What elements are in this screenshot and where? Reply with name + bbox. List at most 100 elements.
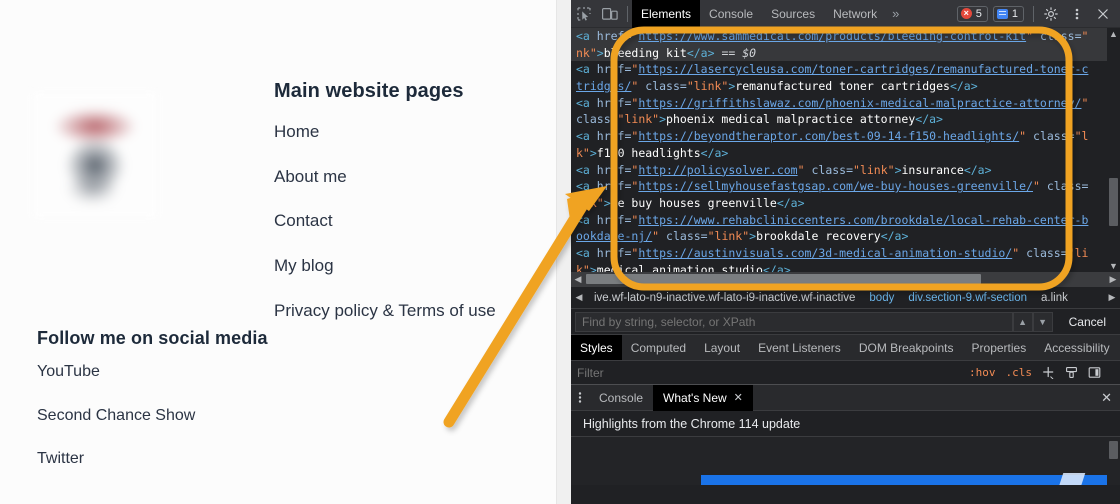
scroll-down-icon[interactable]: ▼ <box>1107 260 1120 272</box>
dom-code-line[interactable]: class="link">phoenix medical malpractice… <box>571 111 1120 128</box>
devtools-toolbar: Elements Console Sources Network » × 5 1 <box>571 0 1120 28</box>
code-token-lnk[interactable]: ookdale-nj/ <box>576 229 652 243</box>
social-link-youtube[interactable]: YouTube <box>37 363 337 381</box>
code-token-lnk[interactable]: https://sellmyhousefastgsap.com/we-buy-h… <box>638 179 1033 193</box>
tab-styles[interactable]: Styles <box>571 335 622 361</box>
gear-icon[interactable] <box>1038 1 1064 27</box>
device-toolbar-icon[interactable] <box>597 1 623 27</box>
dom-code-line[interactable]: ookdale-nj/" class="link">brookdale reco… <box>571 228 1120 245</box>
dom-code-line[interactable]: <a href="https://www.sammedical.com/prod… <box>571 28 1120 45</box>
code-token-val: nk" <box>576 46 597 60</box>
code-token-lnk[interactable]: tridges/ <box>576 79 631 93</box>
dom-code-line[interactable]: ink">we buy houses greenville</a> <box>571 195 1120 212</box>
nav-link-contact[interactable]: Contact <box>274 212 554 231</box>
breadcrumb[interactable]: ◀ ive.wf-lato-n9-inactive.wf-lato-i9-ina… <box>571 286 1120 308</box>
tab-layout[interactable]: Layout <box>695 335 749 361</box>
toggle-sidebar-icon[interactable] <box>1083 366 1106 379</box>
dom-tree-pane[interactable]: ··· <a href="https://www.sammedical.com/… <box>571 28 1120 286</box>
dom-vertical-scrollbar[interactable]: ▲ ▼ <box>1107 28 1120 272</box>
code-token-lnk[interactable]: http://policysolver.com <box>638 163 797 177</box>
drawer-tab-console[interactable]: Console <box>589 385 653 411</box>
dom-code-line[interactable]: <a href="https://sellmyhousefastgsap.com… <box>571 178 1120 195</box>
tab-network[interactable]: Network <box>824 0 886 28</box>
page-scrollbar[interactable] <box>556 0 571 504</box>
tab-properties[interactable]: Properties <box>963 335 1036 361</box>
drawer-tab-whats-new[interactable]: What's New ✕ <box>653 385 753 411</box>
social-link-twitter[interactable]: Twitter <box>37 450 337 468</box>
inspect-element-icon[interactable] <box>571 1 597 27</box>
filter-input[interactable] <box>577 366 964 380</box>
tab-console[interactable]: Console <box>700 0 762 28</box>
dom-code-line[interactable]: tridges/" class="link">remanufactured to… <box>571 78 1120 95</box>
tab-sources[interactable]: Sources <box>762 0 824 28</box>
more-options-icon[interactable] <box>1064 1 1090 27</box>
cls-button[interactable]: .cls <box>1001 366 1038 379</box>
nav-link-about[interactable]: About me <box>274 168 554 187</box>
breadcrumb-item-alink[interactable]: a.link <box>1034 292 1075 304</box>
code-token-attr: href= <box>597 29 632 43</box>
site-logo-image <box>30 90 160 220</box>
scroll-left-icon[interactable]: ◀ <box>571 274 585 285</box>
code-token-tag: </a> <box>881 229 909 243</box>
close-tab-icon[interactable]: ✕ <box>734 385 743 411</box>
code-token-lnk[interactable]: https://griffithslawaz.com/phoenix-medic… <box>638 96 1081 110</box>
code-token-tag: > <box>604 196 611 210</box>
close-drawer-icon[interactable]: ✕ <box>1093 390 1120 406</box>
tab-dom-breakpoints[interactable]: DOM Breakpoints <box>850 335 963 361</box>
dom-code-line[interactable]: <a href="https://griffithslawaz.com/phoe… <box>571 95 1120 112</box>
scroll-up-icon[interactable]: ▲ <box>1107 28 1120 40</box>
scroll-right-icon[interactable]: ▶ <box>1106 274 1120 285</box>
error-count-badge[interactable]: × 5 <box>957 6 988 22</box>
hov-button[interactable]: :hov <box>964 366 1001 379</box>
more-tabs-icon[interactable]: » <box>886 6 905 21</box>
dom-horizontal-scrollbar[interactable]: ◀ ▶ <box>571 272 1120 286</box>
dom-code[interactable]: <a href= "https://www.sammedical.com/prod… <box>571 28 1120 286</box>
code-token-lnk[interactable]: https://www.sammedical.com/products/blee… <box>638 29 1026 43</box>
code-token-lnk[interactable]: https://austinvisuals.com/3d-medical-ani… <box>638 246 1012 260</box>
social-link-second-chance-show[interactable]: Second Chance Show <box>37 407 337 425</box>
tab-elements[interactable]: Elements <box>632 0 700 28</box>
tab-event-listeners[interactable]: Event Listeners <box>749 335 850 361</box>
whats-new-scrollbar[interactable] <box>1107 437 1120 485</box>
nav-link-blog[interactable]: My blog <box>274 257 554 276</box>
code-token-attr: href= <box>597 179 632 193</box>
search-input[interactable] <box>575 312 1013 332</box>
code-token-val: "l <box>1075 129 1089 143</box>
breadcrumb-scroll-left-icon[interactable]: ◀ <box>571 292 587 303</box>
dom-vscroll-thumb[interactable] <box>1109 178 1118 226</box>
whats-new-scroll-thumb[interactable] <box>1109 441 1118 459</box>
cancel-button[interactable]: Cancel <box>1059 315 1116 329</box>
code-token-val: " <box>1026 29 1033 43</box>
find-prev-icon[interactable]: ▲ <box>1013 312 1033 332</box>
dom-code-line[interactable]: <a href="https://beyondtheraptor.com/bes… <box>571 128 1120 145</box>
code-token-lnk[interactable]: https://lasercycleusa.com/toner-cartridg… <box>638 62 1088 76</box>
nav-link-privacy[interactable]: Privacy policy & Terms of use <box>274 302 554 321</box>
breadcrumb-scroll-right-icon[interactable]: ▶ <box>1104 292 1120 303</box>
nav-link-home[interactable]: Home <box>274 123 554 142</box>
tab-computed[interactable]: Computed <box>622 335 695 361</box>
code-token-attr: class= <box>666 229 708 243</box>
dom-hscroll-thumb[interactable] <box>586 274 981 284</box>
plus-icon[interactable] <box>1037 366 1060 379</box>
paintbrush-icon[interactable] <box>1060 366 1083 379</box>
dom-code-line[interactable]: <a href="https://lasercycleusa.com/toner… <box>571 61 1120 78</box>
code-token-attr: href= <box>597 96 632 110</box>
dom-code-line[interactable]: <a href="https://austinvisuals.com/3d-me… <box>571 245 1120 262</box>
more-tools-icon[interactable] <box>571 391 589 404</box>
dom-code-line[interactable]: <a href="https://www.rehabcliniccenters.… <box>571 212 1120 229</box>
code-token-tag: <a <box>576 163 597 177</box>
code-token-lnk[interactable]: https://www.rehabcliniccenters.com/brook… <box>638 213 1088 227</box>
find-next-icon[interactable]: ▼ <box>1033 312 1053 332</box>
code-token-lnk[interactable]: https://beyondtheraptor.com/best-09-14-f… <box>638 129 1019 143</box>
breadcrumb-item-0[interactable]: ive.wf-lato-n9-inactive.wf-lato-i9-inact… <box>587 292 862 304</box>
breadcrumb-item-body[interactable]: body <box>862 292 901 304</box>
close-icon[interactable] <box>1090 1 1116 27</box>
dom-code-line[interactable]: nk">bleeding kit</a> == $0 <box>571 45 1120 62</box>
message-count-badge[interactable]: 1 <box>993 6 1024 22</box>
dom-code-line[interactable]: k">f150 headlights</a> <box>571 145 1120 162</box>
tab-accessibility[interactable]: Accessibility <box>1035 335 1118 361</box>
code-token-val: "link" <box>708 229 750 243</box>
code-token-val: ink" <box>576 196 604 210</box>
breadcrumb-item-section[interactable]: div.section-9.wf-section <box>901 292 1034 304</box>
dom-code-line[interactable]: <a href="http://policysolver.com" class=… <box>571 162 1120 179</box>
